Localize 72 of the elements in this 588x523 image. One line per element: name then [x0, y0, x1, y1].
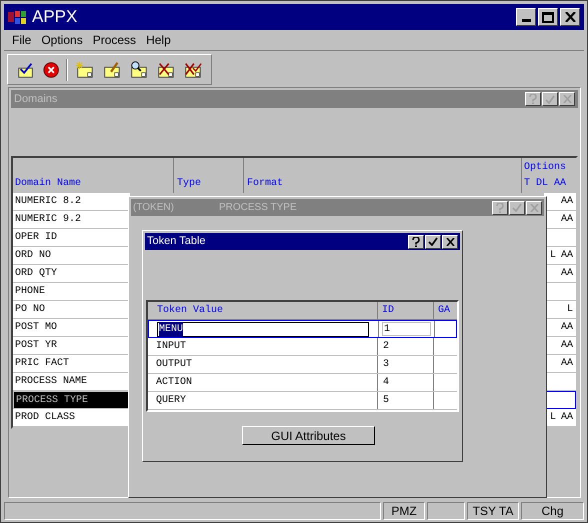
- close-icon[interactable]: [560, 8, 580, 26]
- column-header: GA: [437, 304, 452, 318]
- table-cell[interactable]: PROCESS TYPE: [13, 391, 130, 409]
- help-icon[interactable]: [492, 200, 508, 214]
- table-cell[interactable]: PO NO: [13, 301, 130, 319]
- column-header: T DL AA: [524, 177, 568, 191]
- window-title: Domains: [14, 92, 58, 107]
- option-text: AA: [560, 195, 573, 209]
- table-cell[interactable]: ORD NO: [13, 247, 130, 265]
- close-icon[interactable]: [559, 92, 575, 106]
- status-panel: PMZ: [383, 502, 425, 520]
- table-cell[interactable]: ACTION: [156, 375, 192, 390]
- app-logo-icon: [8, 9, 28, 25]
- check-icon[interactable]: [425, 234, 441, 248]
- table-cell-text: 3: [382, 358, 390, 372]
- check-icon[interactable]: [542, 92, 558, 106]
- option-text: L: [550, 411, 556, 425]
- column-header: Format: [244, 158, 522, 193]
- column-header: Type: [174, 158, 244, 193]
- table-cell[interactable]: POST MO: [13, 319, 130, 337]
- table-cell[interactable]: OPER ID: [13, 229, 130, 247]
- status-panel: [427, 502, 465, 520]
- window-title: Token Table: [147, 234, 206, 250]
- option-text: AA: [560, 339, 573, 353]
- table-cell-text: 4: [382, 376, 390, 390]
- menu-item[interactable]: Process: [88, 31, 142, 49]
- column-header: Token Value: [148, 302, 378, 319]
- option-text: AA: [560, 357, 573, 371]
- table-cell[interactable]: NUMERIC 9.2: [13, 211, 130, 229]
- window-title: (TOKEN): [133, 201, 175, 215]
- pencil-card-icon[interactable]: [102, 60, 122, 80]
- table-cell[interactable]: OUTPUT: [156, 357, 192, 372]
- menu-item[interactable]: Help: [141, 31, 176, 49]
- input-field[interactable]: MENU: [157, 322, 369, 336]
- gui-attributes-button[interactable]: GUI Attributes: [242, 426, 375, 445]
- option-text: AA: [560, 411, 573, 425]
- minimize-icon[interactable]: [516, 8, 536, 26]
- column-header: Options: [524, 160, 568, 175]
- option-text: AA: [560, 267, 573, 281]
- help-icon[interactable]: [525, 92, 541, 106]
- table-cell-text: 5: [382, 394, 390, 408]
- column-header: ID: [378, 302, 434, 319]
- table-cell[interactable]: ORD QTY: [13, 265, 130, 283]
- table-cell[interactable]: QUERY: [156, 393, 186, 408]
- maximize-icon[interactable]: [538, 8, 558, 26]
- table-cell[interactable]: INPUT: [156, 339, 186, 354]
- window-title: APPX: [32, 6, 78, 28]
- input-field[interactable]: 1: [382, 322, 431, 336]
- table-cell[interactable]: POST YR: [13, 337, 130, 355]
- table-cell-text: 2: [382, 340, 390, 354]
- option-text: L: [550, 249, 556, 263]
- option-text: AA: [560, 213, 573, 227]
- help-icon[interactable]: [408, 234, 424, 248]
- close-icon[interactable]: [442, 234, 458, 248]
- cancel-icon[interactable]: [42, 60, 60, 78]
- status-panel: TSY TA: [467, 502, 519, 520]
- sparkle-card-icon[interactable]: [75, 60, 96, 80]
- option-text: AA: [560, 321, 573, 335]
- table-cell[interactable]: NUMERIC 8.2: [13, 193, 130, 211]
- table-cell[interactable]: PHONE: [13, 283, 130, 301]
- close-icon[interactable]: [526, 200, 542, 214]
- status-panel: Chg: [521, 502, 584, 520]
- menu-item[interactable]: Options: [36, 31, 88, 49]
- table-cell[interactable]: PROCESS NAME: [13, 373, 130, 391]
- menu-item[interactable]: File: [7, 31, 36, 49]
- table-cell[interactable]: PRIC FACT: [13, 355, 130, 373]
- option-text: AA: [560, 249, 573, 263]
- window-title: PROCESS TYPE: [219, 201, 297, 215]
- option-text: L: [566, 303, 573, 317]
- check-icon[interactable]: [509, 200, 525, 214]
- magnifier-card-icon[interactable]: [129, 60, 150, 80]
- table-cell[interactable]: PROD CLASS: [13, 409, 130, 427]
